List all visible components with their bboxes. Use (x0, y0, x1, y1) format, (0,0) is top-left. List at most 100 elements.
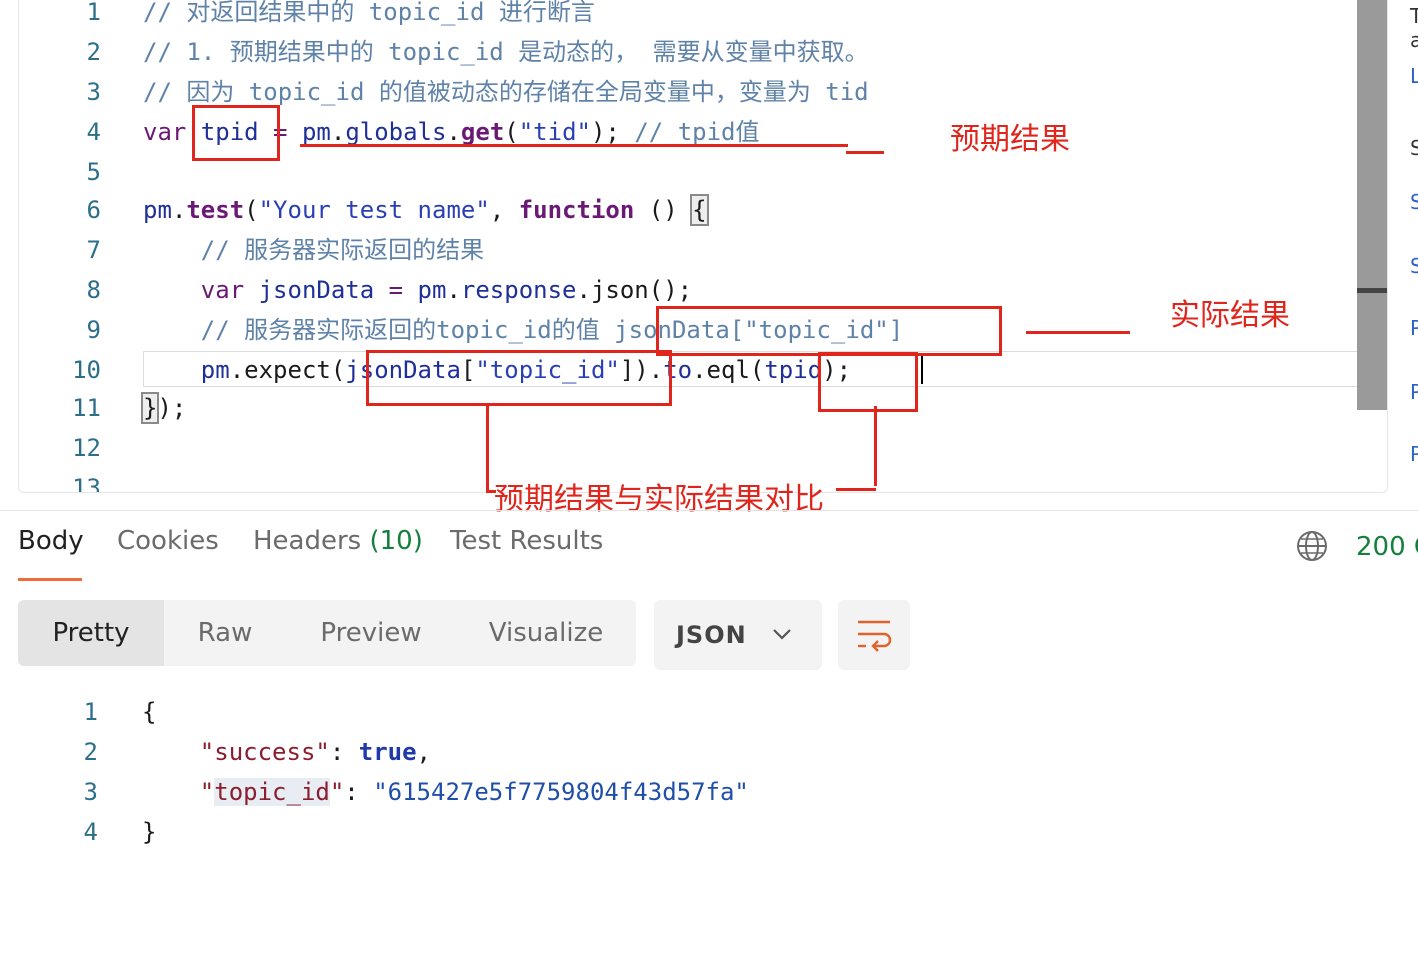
response-line: 3 "topic_id": "615427e5f7759804f43d57fa" (0, 772, 1000, 812)
globe-icon[interactable] (1296, 530, 1328, 562)
editor-code: // 1. 预期结果中的 topic_id 是动态的， 需要从变量中获取。 (143, 32, 869, 72)
line-number: 4 (86, 118, 101, 146)
wrap-lines-button[interactable] (838, 600, 910, 670)
line-number: 13 (72, 474, 101, 493)
headers-count-badge: (10) (369, 526, 423, 556)
response-line: 4} (0, 812, 1000, 852)
view-visualize-button[interactable]: Visualize (456, 600, 636, 666)
annotation-underline-expected-tail (846, 151, 884, 154)
code-token: () (634, 196, 693, 224)
response-code: } (142, 812, 156, 852)
code-token: ); (157, 394, 187, 422)
line-number: 8 (86, 276, 101, 304)
editor-line: 10 pm.expect(jsonData["topic_id"]).to.eq… (19, 350, 1359, 390)
response-status[interactable]: 200 O (1356, 532, 1418, 562)
active-tab-indicator (18, 578, 82, 581)
view-pretty-button[interactable]: Pretty (18, 600, 164, 666)
code-token: .json(); (576, 276, 693, 304)
code-token: // 服务器实际返回的结果 (200, 236, 485, 264)
tab-headers[interactable]: Headers (10) (253, 526, 423, 556)
code-token: { (142, 698, 157, 726)
chevron-down-icon (773, 629, 791, 640)
code-token: , (416, 738, 431, 766)
code-token: jsonData (258, 276, 375, 304)
code-token: " (199, 778, 215, 806)
line-number: 3 (86, 78, 101, 106)
right-sidebar-snippets: T a L S S S P P P (1400, 0, 1418, 500)
code-token: topic_id (214, 778, 330, 806)
line-number: 9 (86, 316, 101, 344)
line-number: 7 (86, 236, 101, 264)
snippet-link[interactable]: P (1410, 316, 1418, 340)
tab-test-results[interactable]: Test Results (450, 526, 603, 556)
code-token: "Your test name" (258, 196, 490, 224)
editor-code: var jsonData = pm.response.json(); (143, 270, 692, 310)
snippet-link[interactable]: P (1410, 380, 1418, 404)
code-token: ); (590, 118, 635, 146)
code-token: pm (417, 276, 447, 304)
editor-scrollbar[interactable] (1357, 0, 1387, 410)
annotation-actual-label: 实际结果 (1170, 298, 1290, 333)
annotation-box-actual-comment (656, 306, 1002, 356)
code-token: function (518, 196, 635, 224)
tab-label: Headers (253, 526, 370, 556)
view-raw-button[interactable]: Raw (164, 600, 286, 666)
code-token: // 因为 topic_id 的值被动态的存储在全局变量中，变量为 tid (143, 78, 869, 106)
editor-line: 8 var jsonData = pm.response.json(); (19, 270, 1359, 310)
right-edge-char: T (1410, 4, 1418, 28)
tab-label: Body (18, 526, 84, 556)
line-number: 2 (86, 38, 101, 66)
line-number: 6 (86, 196, 101, 224)
script-editor[interactable]: 1 // 对返回结果中的 topic_id 进行断言 2 // 1. 预期结果中的 t… (18, 0, 1388, 493)
code-token: : (344, 778, 374, 806)
editor-code: // 对返回结果中的 topic_id 进行断言 (143, 0, 595, 32)
code-token: pm (301, 118, 331, 146)
format-select-value: JSON (676, 621, 747, 649)
line-number: 5 (86, 158, 101, 186)
right-edge-char: a (1410, 28, 1418, 52)
tab-body[interactable]: Body (18, 526, 84, 556)
response-line: 1{ (0, 692, 1000, 732)
response-line: 2 "success": true, (0, 732, 1000, 772)
code-token: pm (143, 196, 172, 224)
snippet-link[interactable]: P (1410, 442, 1418, 466)
code-token: // 1. 预期结果中的 topic_id 是动态的， 需要从变量中获取。 (143, 38, 869, 66)
code-token: " (329, 778, 345, 806)
text-caret (921, 354, 923, 384)
scrollbar-marker (1357, 288, 1387, 293)
format-select[interactable]: JSON (654, 600, 822, 670)
annotation-compare-label: 预期结果与实际结果对比 (494, 482, 824, 517)
code-token: : (329, 738, 359, 766)
editor-line: 6 pm.test("Your test name", function () { (19, 190, 1359, 230)
editor-line: 2 // 1. 预期结果中的 topic_id 是动态的， 需要从变量中获取。 (19, 32, 1359, 72)
code-token: globals (345, 118, 447, 146)
code-token: = (374, 276, 418, 304)
code-token: "tid" (518, 118, 591, 146)
line-number: 10 (72, 356, 101, 384)
code-token: . (171, 196, 187, 224)
code-token: . (446, 276, 461, 304)
annotation-underline-expected (300, 144, 848, 147)
code-token: get (460, 118, 505, 146)
snippet-link[interactable]: S (1410, 190, 1418, 214)
editor-line: 12 (19, 428, 1359, 468)
code-token: "615427e5f7759804f43d57fa" (373, 778, 749, 806)
right-edge-link[interactable]: L (1410, 64, 1418, 88)
code-token: .expect( (229, 356, 346, 384)
snippet-link[interactable]: S (1410, 254, 1418, 278)
code-token: . (330, 118, 346, 146)
editor-code: }); (140, 388, 187, 428)
code-token: // 对返回结果中的 topic_id 进行断言 (143, 0, 595, 26)
line-number: 11 (72, 394, 101, 422)
view-preview-button[interactable]: Preview (286, 600, 456, 666)
code-token: , (489, 196, 519, 224)
tab-cookies[interactable]: Cookies (117, 526, 219, 556)
code-token: // tpid值 (634, 118, 760, 146)
editor-code: pm.test("Your test name", function () { (143, 190, 709, 230)
